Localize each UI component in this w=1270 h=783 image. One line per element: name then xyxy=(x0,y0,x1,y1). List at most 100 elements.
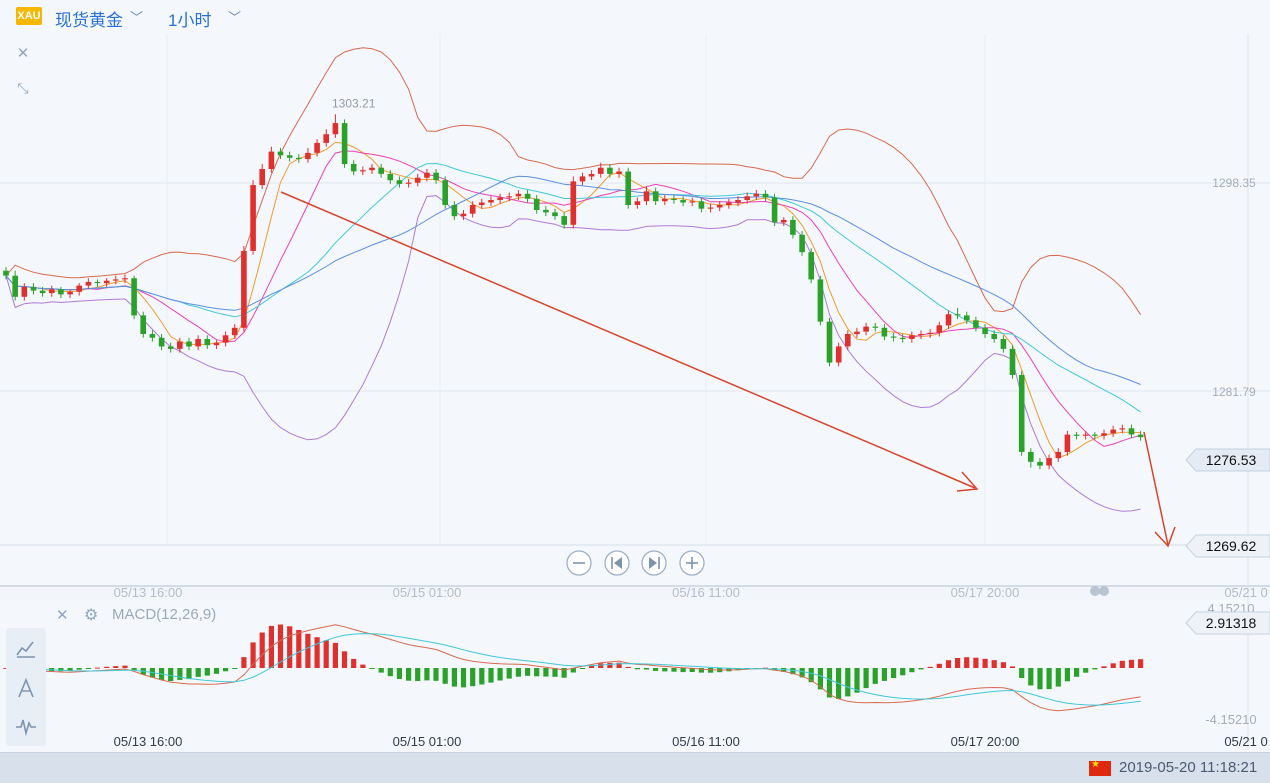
candle-body-72 xyxy=(662,198,668,202)
candle-body-119 xyxy=(1092,434,1098,436)
candle-body-7 xyxy=(67,291,73,295)
candle-body-111 xyxy=(1018,375,1025,452)
candle-body-15 xyxy=(140,315,146,334)
candle-body-82 xyxy=(753,193,760,197)
candle-body-96 xyxy=(881,327,888,337)
macd-bar-12 xyxy=(113,666,119,668)
macd-bar-37 xyxy=(341,651,348,668)
candle-body-62 xyxy=(570,181,577,225)
candle-body-25 xyxy=(231,327,238,336)
symbol-chevron-down-icon[interactable]: ﹀ xyxy=(130,7,143,26)
candle-body-122 xyxy=(1119,428,1126,430)
candle-body-32 xyxy=(296,157,302,159)
candle-body-61 xyxy=(561,216,567,225)
period-selector[interactable]: 1小时 xyxy=(168,6,211,31)
candle-body-104 xyxy=(954,314,961,316)
candle-110 xyxy=(1009,345,1016,379)
step-back-icon[interactable] xyxy=(604,550,630,576)
macd-bar-97 xyxy=(891,668,897,678)
price-tag-label-0: 1276.53 xyxy=(1206,452,1257,468)
scroll-dot-right-icon xyxy=(1099,586,1109,596)
candle-body-86 xyxy=(790,219,796,235)
close-icon[interactable]: ✕ xyxy=(13,44,33,64)
candle-62 xyxy=(570,176,577,229)
period-chevron-down-icon[interactable]: ﹀ xyxy=(228,7,241,26)
macd-bar-55 xyxy=(506,668,512,679)
macd-bar-92 xyxy=(845,668,851,697)
candle-body-31 xyxy=(286,155,293,158)
candle-14 xyxy=(131,275,137,320)
candle-48 xyxy=(442,176,448,209)
main-time-tick-1: 05/15 01:00 xyxy=(393,585,462,600)
candle-90 xyxy=(826,317,833,367)
candle-body-99 xyxy=(909,335,915,339)
symbol-selector[interactable]: 现货黄金 xyxy=(55,6,123,31)
macd-bar-107 xyxy=(982,658,988,668)
candle-body-66 xyxy=(607,167,613,174)
candle-body-84 xyxy=(771,197,778,223)
candle-body-114 xyxy=(1046,458,1052,466)
candle-body-44 xyxy=(405,182,412,184)
macd-bar-51 xyxy=(470,668,476,687)
macd-bar-108 xyxy=(991,660,997,668)
candle-89 xyxy=(817,275,824,326)
candle-body-103 xyxy=(945,314,952,326)
macd-tick-label-1: -4.15210 xyxy=(1205,712,1256,727)
waveform-icon[interactable] xyxy=(14,714,38,738)
macd-bar-34 xyxy=(314,637,320,668)
candle-body-90 xyxy=(826,321,833,363)
zoom-out-icon[interactable] xyxy=(566,550,592,576)
macd-bar-49 xyxy=(451,668,457,687)
macd-bar-104 xyxy=(955,658,961,668)
candle-body-112 xyxy=(1028,451,1034,462)
macd-bar-45 xyxy=(415,668,421,681)
candle-body-19 xyxy=(177,341,183,349)
step-forward-icon[interactable] xyxy=(641,550,667,576)
macd-bar-13 xyxy=(122,665,128,668)
chart-line-icon[interactable] xyxy=(14,636,38,660)
candle-body-89 xyxy=(817,279,824,322)
macd-gear-icon[interactable]: ⚙ xyxy=(84,605,98,625)
candle-body-1 xyxy=(12,275,18,297)
candle-body-60 xyxy=(552,212,558,217)
main-panel-bg xyxy=(0,0,1270,586)
macd-bar-69 xyxy=(634,668,640,670)
collapse-icon[interactable]: ⤡ xyxy=(13,78,33,98)
macd-bar-94 xyxy=(863,668,869,689)
candle-body-50 xyxy=(460,213,467,217)
candle-body-43 xyxy=(396,180,403,184)
macd-bar-73 xyxy=(671,668,677,672)
candle-body-30 xyxy=(277,151,284,156)
drawing-compass-icon[interactable] xyxy=(14,676,38,700)
top-bar: XAU 现货黄金 ﹀ 1小时 ﹀ xyxy=(0,0,1270,34)
candle-body-65 xyxy=(598,167,604,174)
candle-body-2 xyxy=(21,286,28,297)
candle-body-21 xyxy=(195,339,201,347)
candle-body-110 xyxy=(1009,348,1016,375)
macd-bar-57 xyxy=(525,668,531,676)
candle-body-23 xyxy=(213,342,220,346)
candle-27 xyxy=(250,180,256,255)
candle-body-46 xyxy=(424,172,430,178)
zoom-in-icon[interactable] xyxy=(679,550,705,576)
macd-bar-22 xyxy=(204,668,210,676)
annotation-label-0: 1303.21 xyxy=(332,96,376,110)
macd-bar-41 xyxy=(378,668,384,673)
macd-bar-105 xyxy=(964,657,970,668)
candle-body-16 xyxy=(149,334,156,338)
macd-time-tick-4: 05/21 0 xyxy=(1224,734,1267,749)
candle-body-98 xyxy=(899,337,906,339)
candle-body-113 xyxy=(1037,461,1043,466)
price-tick-label-0: 1298.35 xyxy=(1212,176,1256,190)
candle-body-14 xyxy=(131,278,137,316)
candle-body-51 xyxy=(469,205,476,214)
candle-84 xyxy=(771,193,778,227)
macd-bar-74 xyxy=(680,668,686,673)
candle-body-116 xyxy=(1064,434,1071,452)
candle-body-28 xyxy=(259,169,265,186)
candle-body-117 xyxy=(1073,434,1080,436)
macd-bar-124 xyxy=(1138,659,1144,668)
macd-bar-110 xyxy=(1009,666,1016,668)
macd-bar-8 xyxy=(76,668,82,670)
macd-close-icon[interactable]: ✕ xyxy=(56,606,69,624)
